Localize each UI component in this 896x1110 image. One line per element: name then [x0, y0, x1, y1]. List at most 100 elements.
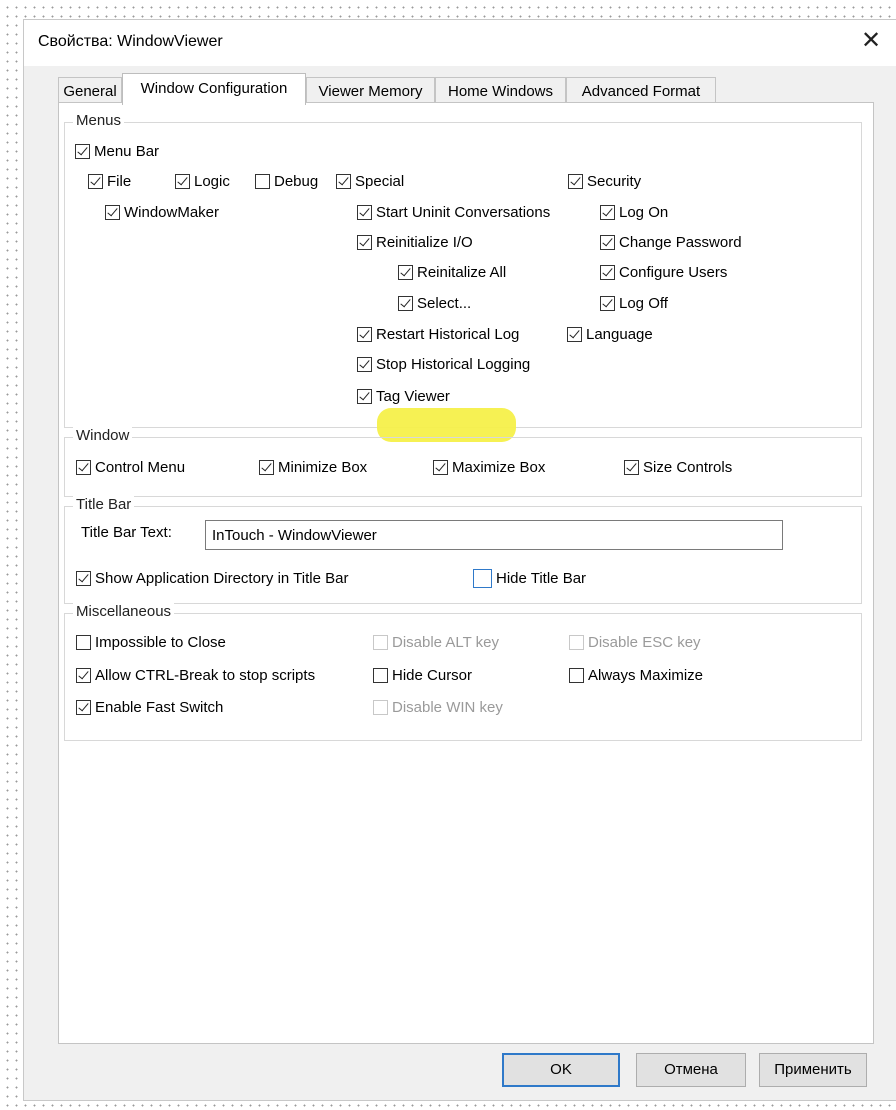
stop-historical-label: Stop Historical Logging [376, 356, 531, 373]
reinitialize-all-label: Reinitalize All [417, 264, 507, 281]
checkbox-box [357, 235, 372, 250]
reinitialize-all-checkbox[interactable]: Reinitalize All [398, 263, 506, 283]
security-label: Security [587, 173, 642, 190]
special-checkbox[interactable]: Special [336, 172, 404, 192]
restart-historical-checkbox[interactable]: Restart Historical Log [357, 325, 519, 345]
enable-fast-switch-checkbox[interactable]: Enable Fast Switch [76, 698, 223, 718]
checkbox-box [76, 460, 91, 475]
disable-alt-checkbox: Disable ALT key [373, 633, 499, 653]
checkbox-box [76, 635, 91, 650]
ok-button[interactable]: OK [502, 1053, 620, 1087]
configure-users-checkbox[interactable]: Configure Users [600, 263, 727, 283]
allow-ctrl-break-checkbox[interactable]: Allow CTRL-Break to stop scripts [76, 666, 315, 686]
checkbox-box [76, 668, 91, 683]
title-bar: Свойства: WindowViewer ✕ [24, 20, 896, 66]
checkbox-box [105, 205, 120, 220]
size-controls-checkbox[interactable]: Size Controls [624, 458, 732, 478]
restart-historical-label: Restart Historical Log [376, 326, 520, 343]
control-menu-checkbox[interactable]: Control Menu [76, 458, 185, 478]
title-bar-group-label: Title Bar [73, 496, 135, 513]
cancel-button[interactable]: Отмена [636, 1053, 746, 1087]
apply-button[interactable]: Применить [759, 1053, 867, 1087]
log-on-checkbox[interactable]: Log On [600, 203, 668, 223]
hide-cursor-checkbox[interactable]: Hide Cursor [373, 666, 472, 686]
checkbox-box [76, 700, 91, 715]
disable-esc-label: Disable ESC key [588, 634, 701, 651]
checkbox-box [568, 174, 583, 189]
menu-bar-checkbox[interactable]: Menu Bar [75, 142, 159, 162]
windowmaker-label: WindowMaker [124, 204, 220, 221]
miscellaneous-group: Miscellaneous Impossible to Close Disabl… [64, 603, 862, 741]
file-checkbox[interactable]: File [88, 172, 131, 192]
always-maximize-checkbox[interactable]: Always Maximize [569, 666, 703, 686]
checkbox-box [88, 174, 103, 189]
window-group-label: Window [73, 427, 133, 444]
menus-group-label: Menus [73, 112, 125, 129]
dialog-title: Свойства: WindowViewer [38, 33, 223, 50]
configure-users-label: Configure Users [619, 264, 728, 281]
checkbox-box [175, 174, 190, 189]
checkbox-box [76, 571, 91, 586]
checkbox-box [600, 205, 615, 220]
checkbox-box [398, 265, 413, 280]
start-uninit-label: Start Uninit Conversations [376, 204, 551, 221]
tab-viewer-memory[interactable]: Viewer Memory [306, 77, 435, 104]
show-app-dir-label: Show Application Directory in Title Bar [95, 570, 349, 587]
allow-ctrl-break-label: Allow CTRL-Break to stop scripts [95, 667, 316, 684]
checkbox-box [373, 635, 388, 650]
security-checkbox[interactable]: Security [568, 172, 641, 192]
start-uninit-checkbox[interactable]: Start Uninit Conversations [357, 203, 550, 223]
always-maximize-label: Always Maximize [588, 667, 704, 684]
stop-historical-checkbox[interactable]: Stop Historical Logging [357, 355, 530, 375]
miscellaneous-group-label: Miscellaneous [73, 603, 175, 620]
debug-label: Debug [274, 173, 319, 190]
checkbox-box [569, 635, 584, 650]
tab-window-configuration[interactable]: Window Configuration [122, 73, 306, 105]
file-label: File [107, 173, 132, 190]
close-icon[interactable]: ✕ [854, 26, 888, 58]
tab-home-windows[interactable]: Home Windows [435, 77, 566, 104]
tab-general[interactable]: General [58, 77, 122, 104]
minimize-box-checkbox[interactable]: Minimize Box [259, 458, 367, 478]
select-label: Select... [417, 295, 472, 312]
change-password-label: Change Password [619, 234, 742, 251]
title-bar-group: Title Bar Title Bar Text: Show Applicati… [64, 496, 862, 604]
impossible-to-close-label: Impossible to Close [95, 634, 226, 651]
checkbox-box [473, 569, 492, 588]
log-off-checkbox[interactable]: Log Off [600, 294, 668, 314]
window-group: Window Control Menu Minimize Box Maximiz… [64, 427, 862, 497]
checkbox-box [255, 174, 270, 189]
language-label: Language [586, 326, 653, 343]
tab-advanced-format[interactable]: Advanced Format [566, 77, 716, 104]
hide-cursor-label: Hide Cursor [392, 667, 473, 684]
window-configuration-panel: Menus Menu Bar File Logic Debug Special … [58, 102, 874, 1044]
disable-alt-label: Disable ALT key [392, 634, 499, 651]
language-checkbox[interactable]: Language [567, 325, 653, 345]
select-checkbox[interactable]: Select... [398, 294, 471, 314]
maximize-box-checkbox[interactable]: Maximize Box [433, 458, 545, 478]
disable-win-label: Disable WIN key [392, 699, 503, 716]
logic-label: Logic [194, 173, 230, 190]
title-bar-text-input[interactable] [205, 520, 783, 550]
checkbox-box [259, 460, 274, 475]
tag-viewer-checkbox[interactable]: Tag Viewer [357, 387, 450, 407]
reinitialize-io-checkbox[interactable]: Reinitialize I/O [357, 233, 473, 253]
checkbox-box [357, 205, 372, 220]
change-password-checkbox[interactable]: Change Password [600, 233, 742, 253]
special-label: Special [355, 173, 405, 190]
minimize-box-label: Minimize Box [278, 459, 368, 476]
logic-checkbox[interactable]: Logic [175, 172, 230, 192]
checkbox-box [357, 327, 372, 342]
hide-title-bar-label: Hide Title Bar [496, 570, 587, 587]
checkbox-box [398, 296, 413, 311]
debug-checkbox[interactable]: Debug [255, 172, 318, 192]
impossible-to-close-checkbox[interactable]: Impossible to Close [76, 633, 226, 653]
maximize-box-label: Maximize Box [452, 459, 546, 476]
show-app-dir-checkbox[interactable]: Show Application Directory in Title Bar [76, 569, 348, 589]
checkbox-box [569, 668, 584, 683]
checkbox-box [336, 174, 351, 189]
size-controls-label: Size Controls [643, 459, 733, 476]
hide-title-bar-checkbox[interactable]: Hide Title Bar [473, 569, 586, 589]
checkbox-box [357, 357, 372, 372]
windowmaker-checkbox[interactable]: WindowMaker [105, 203, 219, 223]
